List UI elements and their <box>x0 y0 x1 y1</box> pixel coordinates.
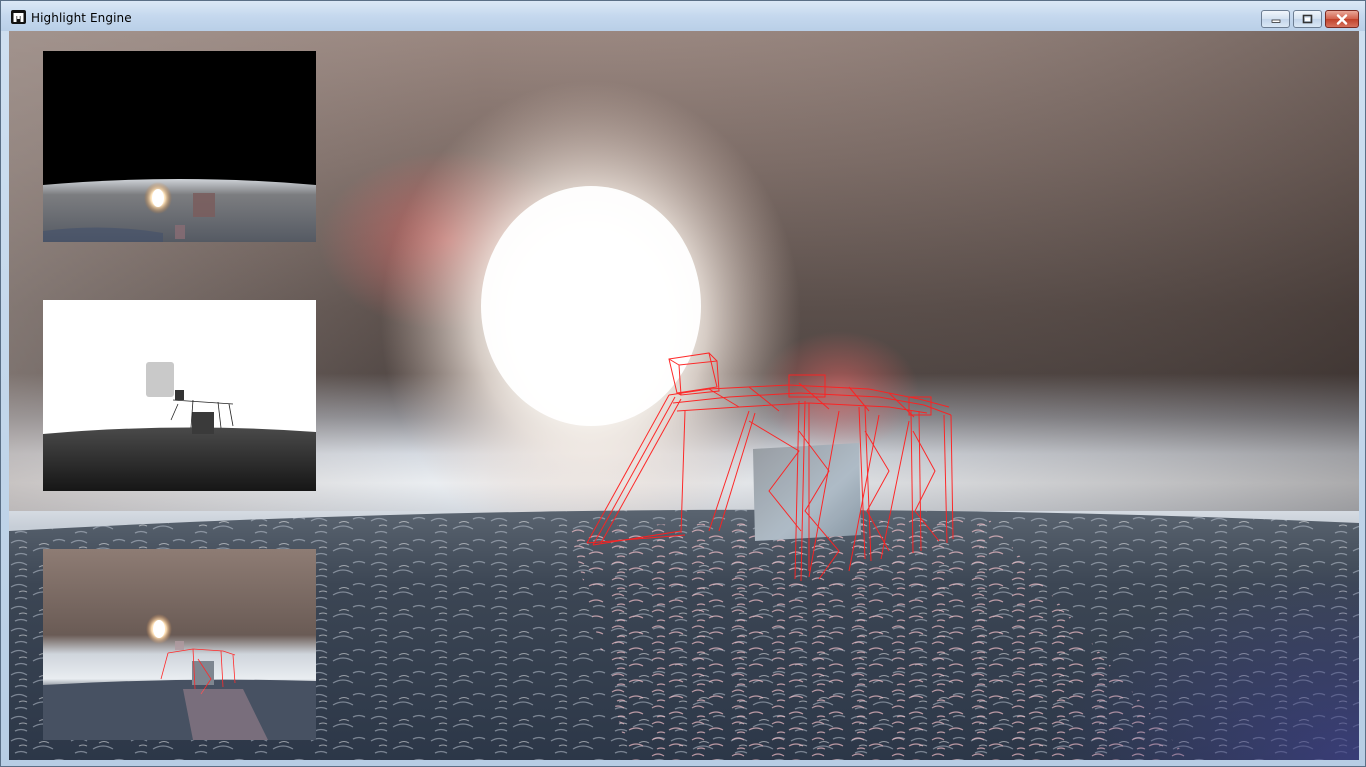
depth-buffer-preview <box>43 300 316 491</box>
3d-viewport[interactable] <box>9 31 1359 760</box>
final-scene-preview <box>43 549 316 740</box>
maximize-icon <box>1302 14 1313 24</box>
window-title: Highlight Engine <box>31 11 132 25</box>
engine-logo-icon <box>11 10 26 24</box>
minimize-button[interactable] <box>1261 10 1290 28</box>
close-button[interactable] <box>1325 10 1359 28</box>
app-window: Highlight Engine <box>0 0 1366 767</box>
reflection-buffer-preview <box>43 51 316 242</box>
minimize-icon <box>1271 19 1280 23</box>
maximize-button[interactable] <box>1293 10 1322 28</box>
close-icon <box>1336 13 1348 25</box>
title-bar[interactable]: Highlight Engine <box>1 1 1365 31</box>
